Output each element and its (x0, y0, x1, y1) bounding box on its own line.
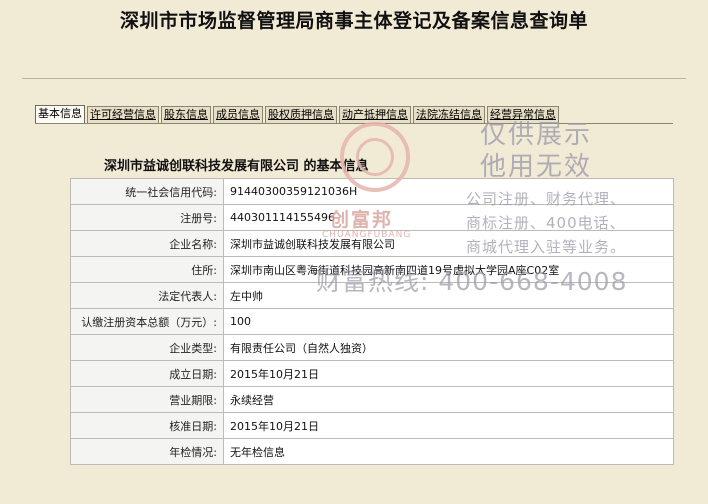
table-row: 营业期限: 永续经营 (70, 386, 674, 413)
row-value: 深圳市益诚创联科技发展有限公司 (223, 230, 674, 257)
table-row: 住所: 深圳市南山区粤海街道科技园高新南四道19号虚拟大学园A座C02室 (70, 256, 674, 283)
table-row: 统一社会信用代码: 91440300359121036H (70, 178, 674, 205)
row-label: 注册号: (70, 204, 224, 231)
table-row: 法定代表人: 左中帅 (70, 282, 674, 309)
basic-info-table: 统一社会信用代码: 91440300359121036H 注册号: 44030111… (70, 178, 674, 465)
title-divider (22, 78, 686, 79)
tab-basic-info[interactable]: 基本信息 (35, 105, 85, 123)
row-value: 2015年10月21日 (223, 360, 674, 387)
tab-chattel-mortgage-info[interactable]: 动产抵押信息 (339, 106, 411, 123)
table-row: 企业名称: 深圳市益诚创联科技发展有限公司 (70, 230, 674, 257)
row-label: 法定代表人: (70, 282, 224, 309)
row-label: 成立日期: (70, 360, 224, 387)
tab-member-info[interactable]: 成员信息 (213, 106, 263, 123)
row-label: 营业期限: (70, 386, 224, 413)
tab-bar: 基本信息 许可经营信息 股东信息 成员信息 股权质押信息 动产抵押信息 法院冻结… (35, 105, 561, 123)
row-value: 深圳市南山区粤海街道科技园高新南四道19号虚拟大学园A座C02室 (223, 256, 674, 283)
tab-abnormal-operation-info[interactable]: 经营异常信息 (487, 106, 559, 123)
tab-underline (35, 123, 673, 124)
row-label: 企业类型: (70, 334, 224, 361)
row-value: 左中帅 (223, 282, 674, 309)
row-value: 无年检信息 (223, 438, 674, 465)
row-label: 企业名称: (70, 230, 224, 257)
row-label: 认缴注册资本总额（万元）: (70, 308, 224, 335)
table-row: 年检情况: 无年检信息 (70, 438, 674, 465)
row-value: 永续经营 (223, 386, 674, 413)
tab-license-info[interactable]: 许可经营信息 (87, 106, 159, 123)
row-label: 核准日期: (70, 412, 224, 439)
row-label: 住所: (70, 256, 224, 283)
row-value: 91440300359121036H (223, 178, 674, 205)
tab-court-freeze-info[interactable]: 法院冻结信息 (413, 106, 485, 123)
tab-equity-pledge-info[interactable]: 股权质押信息 (265, 106, 337, 123)
table-row: 认缴注册资本总额（万元）: 100 (70, 308, 674, 335)
page-title: 深圳市市场监督管理局商事主体登记及备案信息查询单 (119, 10, 588, 32)
table-row: 注册号: 440301114155496 (70, 204, 674, 231)
table-row: 企业类型: 有限责任公司（自然人独资） (70, 334, 674, 361)
table-row: 核准日期: 2015年10月21日 (70, 412, 674, 439)
row-value: 有限责任公司（自然人独资） (223, 334, 674, 361)
table-row: 成立日期: 2015年10月21日 (70, 360, 674, 387)
row-value: 2015年10月21日 (223, 412, 674, 439)
tab-shareholder-info[interactable]: 股东信息 (161, 106, 211, 123)
row-label: 年检情况: (70, 438, 224, 465)
row-value: 440301114155496 (223, 204, 674, 231)
company-heading: 深圳市益诚创联科技发展有限公司 的基本信息 (104, 159, 369, 174)
row-value: 100 (223, 308, 674, 335)
row-label: 统一社会信用代码: (70, 178, 224, 205)
